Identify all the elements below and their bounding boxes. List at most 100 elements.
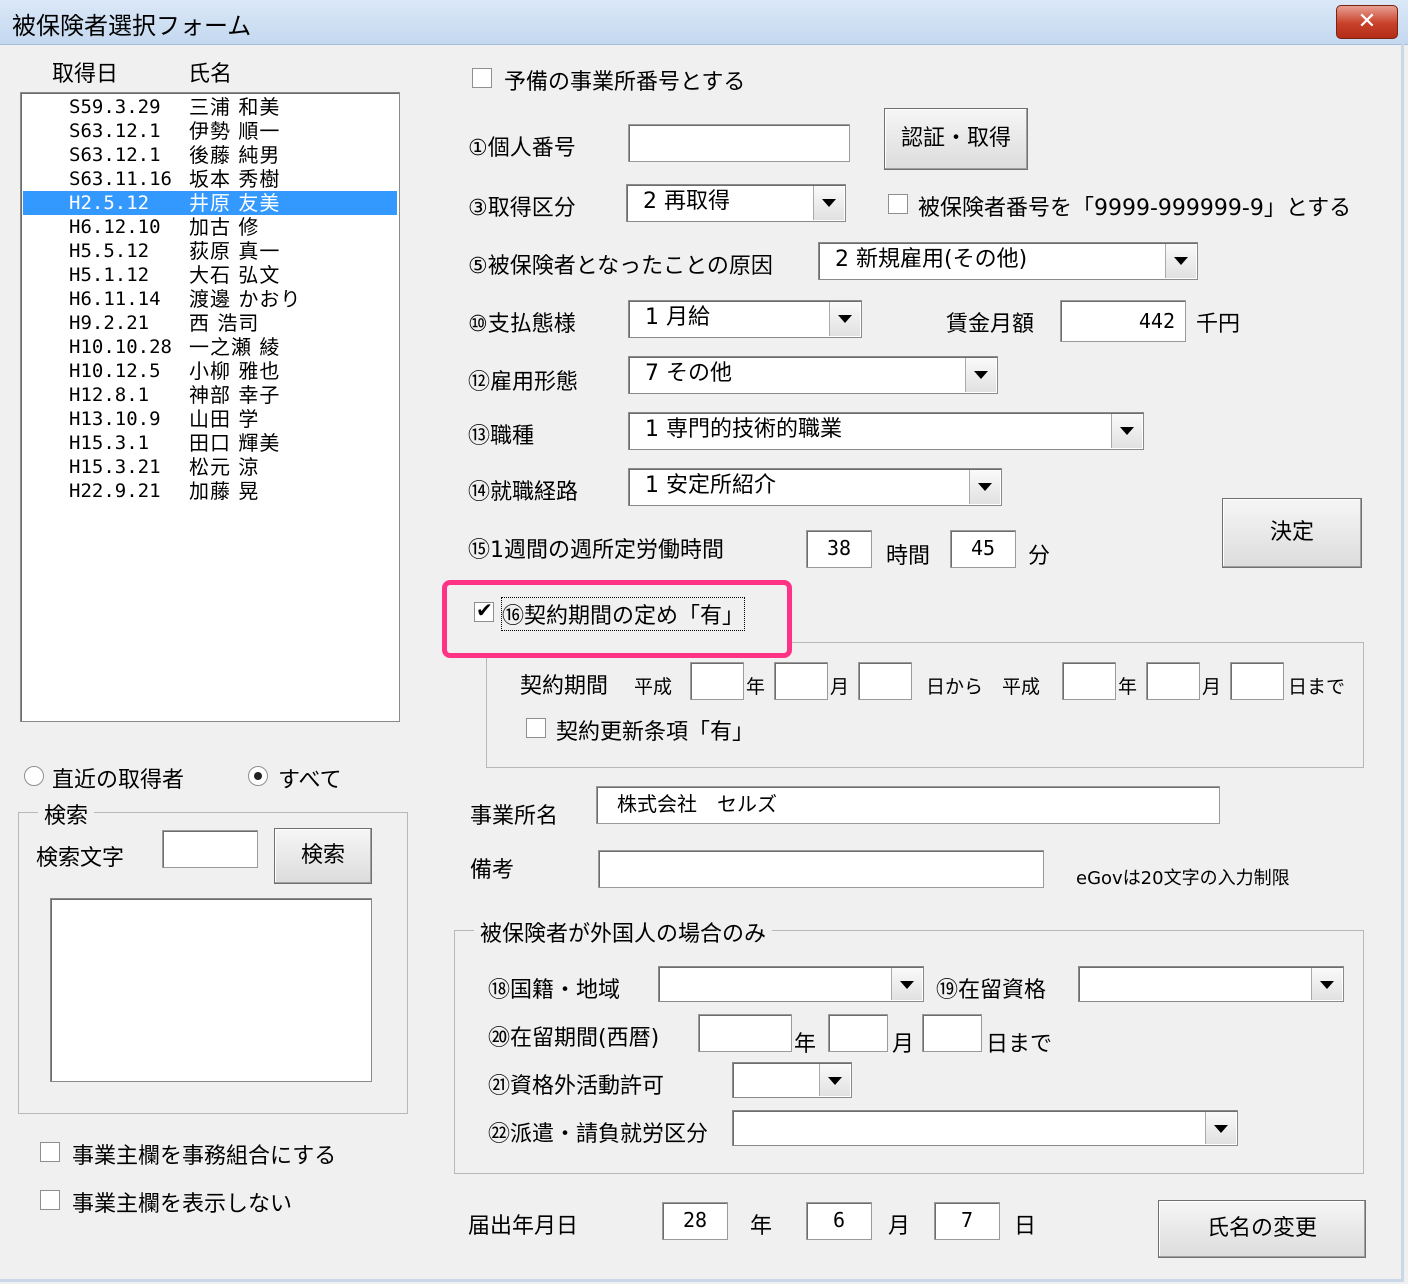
list-row[interactable]: H2.5.12 井原 友美 bbox=[23, 191, 397, 215]
list-row[interactable]: H15.3.21 松元 涼 bbox=[23, 455, 397, 479]
row-date: H15.3.1 bbox=[69, 432, 150, 454]
search-results-list[interactable] bbox=[50, 898, 372, 1082]
list-row[interactable]: H15.3.1 田口 輝美 bbox=[23, 431, 397, 455]
contract-from-month-input[interactable] bbox=[774, 662, 828, 700]
list-row[interactable]: H22.9.21 加藤 晃 bbox=[23, 479, 397, 503]
insured-listbox[interactable]: S59.3.29 三浦 和美 S63.12.1 伊勢 順一 S63.12.1 後藤 純男 S… bbox=[20, 92, 400, 722]
contract-era-to: 平成 bbox=[1002, 676, 1041, 698]
filing-day-unit: 日 bbox=[1014, 1214, 1037, 1239]
row-name: 田口 輝美 bbox=[189, 431, 281, 455]
filing-day-input[interactable]: 7 bbox=[934, 1202, 1000, 1240]
spare-office-label: 予備の事業所番号とする bbox=[504, 70, 746, 95]
chevron-down-icon[interactable] bbox=[1111, 414, 1142, 448]
insured-number-checkbox[interactable] bbox=[888, 194, 908, 214]
chevron-down-icon[interactable] bbox=[829, 302, 860, 336]
list-row[interactable]: H12.8.1 神部 幸子 bbox=[23, 383, 397, 407]
contract-period-label: 契約期間 bbox=[520, 674, 609, 699]
chevron-down-icon[interactable] bbox=[1205, 1112, 1236, 1144]
list-row[interactable]: S63.11.16 坂本 秀樹 bbox=[23, 167, 397, 191]
filing-year-unit: 年 bbox=[750, 1214, 773, 1239]
filing-month-unit: 月 bbox=[888, 1214, 911, 1239]
minutes-input[interactable]: 45 bbox=[950, 530, 1016, 568]
list-row[interactable]: S63.12.1 後藤 純男 bbox=[23, 143, 397, 167]
radio-all[interactable] bbox=[248, 766, 268, 786]
hide-employer-checkbox[interactable] bbox=[40, 1190, 60, 1210]
row-date: H9.2.21 bbox=[69, 312, 150, 334]
occupation-select[interactable]: 1 専門的技術的職業 bbox=[628, 412, 1144, 450]
chevron-down-icon[interactable] bbox=[969, 470, 1000, 504]
rename-button[interactable]: 氏名の変更 bbox=[1158, 1200, 1366, 1258]
contract-from-year-input[interactable] bbox=[690, 662, 744, 700]
list-row[interactable]: H6.11.14 渡邊 かおり bbox=[23, 287, 397, 311]
contract-to-year-input[interactable] bbox=[1062, 662, 1116, 700]
list-row[interactable]: S63.12.1 伊勢 順一 bbox=[23, 119, 397, 143]
list-row[interactable]: H10.12.5 小柳 雅也 bbox=[23, 359, 397, 383]
minutes-unit: 分 bbox=[1028, 544, 1051, 569]
cause-label: ⑤被保険者となったことの原因 bbox=[468, 254, 773, 279]
list-row[interactable]: H9.2.21 西 浩司 bbox=[23, 311, 397, 335]
activity-permit-label: ㉑資格外活動許可 bbox=[488, 1074, 665, 1099]
personal-number-input[interactable] bbox=[628, 124, 850, 162]
chevron-down-icon[interactable] bbox=[965, 358, 996, 392]
union-checkbox[interactable] bbox=[40, 1142, 60, 1162]
contract-from-day-input[interactable] bbox=[858, 662, 912, 700]
list-row[interactable]: H13.10.9 山田 学 bbox=[23, 407, 397, 431]
row-name: 後藤 純男 bbox=[189, 143, 281, 167]
search-input[interactable] bbox=[162, 830, 258, 868]
list-row[interactable]: S59.3.29 三浦 和美 bbox=[23, 95, 397, 119]
hours-input[interactable]: 38 bbox=[806, 530, 872, 568]
payment-select[interactable]: 1 月給 bbox=[628, 300, 862, 338]
dispatch-select[interactable] bbox=[732, 1110, 1238, 1146]
activity-permit-select[interactable] bbox=[732, 1062, 852, 1098]
row-name: 小柳 雅也 bbox=[189, 359, 281, 383]
filing-month-input[interactable]: 6 bbox=[806, 1202, 872, 1240]
remarks-input[interactable] bbox=[598, 850, 1044, 888]
spare-office-checkbox[interactable] bbox=[472, 68, 492, 88]
list-row[interactable]: H5.1.12 大石 弘文 bbox=[23, 263, 397, 287]
acquisition-type-select[interactable]: 2 再取得 bbox=[626, 184, 846, 222]
contract-era-from: 平成 bbox=[634, 676, 673, 698]
wage-input[interactable]: 442 bbox=[1060, 300, 1186, 342]
auth-button[interactable]: 認証・取得 bbox=[884, 108, 1028, 170]
status-label: ⑲在留資格 bbox=[936, 978, 1047, 1003]
chevron-down-icon[interactable] bbox=[891, 968, 922, 1000]
foreign-group-label: 被保険者が外国人の場合のみ bbox=[474, 916, 773, 948]
decide-button[interactable]: 決定 bbox=[1222, 498, 1362, 568]
wage-unit: 千円 bbox=[1196, 312, 1241, 337]
status-select[interactable] bbox=[1078, 966, 1344, 1002]
contract-to-day-input[interactable] bbox=[1230, 662, 1284, 700]
hours-label: ⑮1週間の週所定労働時間 bbox=[468, 538, 724, 563]
close-button[interactable]: ✕ bbox=[1336, 5, 1398, 39]
filing-year-input[interactable]: 28 bbox=[662, 1202, 728, 1240]
renewal-checkbox-label: 契約更新条項「有」 bbox=[556, 720, 755, 745]
employment-select[interactable]: 7 その他 bbox=[628, 356, 998, 394]
chevron-down-icon[interactable] bbox=[1311, 968, 1342, 1000]
office-name-input[interactable]: 株式会社 セルズ bbox=[596, 786, 1220, 824]
list-row[interactable]: H5.5.12 荻原 真一 bbox=[23, 239, 397, 263]
office-name-label: 事業所名 bbox=[470, 804, 559, 829]
occupation-label: ⑬職種 bbox=[468, 424, 535, 449]
nationality-select[interactable] bbox=[658, 966, 924, 1002]
stay-year-input[interactable] bbox=[698, 1014, 792, 1052]
cause-select[interactable]: 2 新規雇用(その他) bbox=[818, 242, 1198, 280]
row-date: H6.11.14 bbox=[69, 288, 161, 310]
route-select[interactable]: 1 安定所紹介 bbox=[628, 468, 1002, 506]
stay-day-input[interactable] bbox=[922, 1014, 982, 1052]
search-button[interactable]: 検索 bbox=[274, 828, 372, 884]
stay-month-input[interactable] bbox=[828, 1014, 888, 1052]
list-row[interactable]: H6.12.10 加古 修 bbox=[23, 215, 397, 239]
row-name: 三浦 和美 bbox=[189, 95, 281, 119]
chevron-down-icon[interactable] bbox=[819, 1064, 850, 1096]
renewal-checkbox[interactable] bbox=[526, 718, 546, 738]
search-text-label: 検索文字 bbox=[36, 846, 125, 871]
list-row[interactable]: H10.10.28 一之瀬 綾 bbox=[23, 335, 397, 359]
row-date: H6.12.10 bbox=[69, 216, 161, 238]
radio-recent[interactable] bbox=[24, 766, 44, 786]
employment-label: ⑫雇用形態 bbox=[468, 370, 579, 395]
contract-to-month-input[interactable] bbox=[1146, 662, 1200, 700]
contract-checkbox[interactable] bbox=[474, 598, 494, 622]
chevron-down-icon[interactable] bbox=[1165, 244, 1196, 278]
payment-label: ⑩支払態様 bbox=[468, 312, 576, 337]
chevron-down-icon[interactable] bbox=[813, 186, 844, 220]
stay-year-unit: 年 bbox=[794, 1032, 817, 1057]
